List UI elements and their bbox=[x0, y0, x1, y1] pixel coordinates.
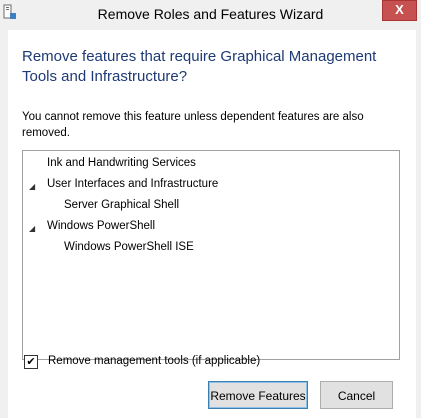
dialog-content: Remove features that require Graphical M… bbox=[8, 30, 416, 418]
expanded-arrow-icon[interactable]: ◢ bbox=[29, 224, 35, 233]
remove-tools-label[interactable]: Remove management tools (if applicable) bbox=[48, 355, 260, 367]
remove-tools-checkbox[interactable]: ✔ bbox=[24, 355, 38, 369]
tree-item-windows-powershell-ise[interactable]: Windows PowerShell ISE bbox=[64, 241, 194, 253]
tree-item-server-graphical-shell[interactable]: Server Graphical Shell bbox=[64, 199, 179, 211]
window-title: Remove Roles and Features Wizard bbox=[97, 6, 324, 22]
tree-item-windows-powershell[interactable]: Windows PowerShell bbox=[47, 220, 155, 232]
close-icon[interactable]: X bbox=[382, 0, 417, 21]
title-bar: Remove Roles and Features Wizard X bbox=[0, 0, 421, 30]
feature-tree[interactable]: Ink and Handwriting Services ◢ User Inte… bbox=[22, 150, 400, 360]
tree-item-user-interfaces[interactable]: User Interfaces and Infrastructure bbox=[47, 178, 218, 190]
dialog-description: You cannot remove this feature unless de… bbox=[22, 111, 364, 139]
cancel-button[interactable]: Cancel bbox=[320, 381, 393, 409]
dialog-heading: Remove features that require Graphical M… bbox=[22, 48, 377, 85]
expanded-arrow-icon[interactable]: ◢ bbox=[29, 182, 35, 191]
tree-item-ink-handwriting[interactable]: Ink and Handwriting Services bbox=[47, 157, 196, 169]
remove-features-button[interactable]: Remove Features bbox=[208, 381, 308, 409]
